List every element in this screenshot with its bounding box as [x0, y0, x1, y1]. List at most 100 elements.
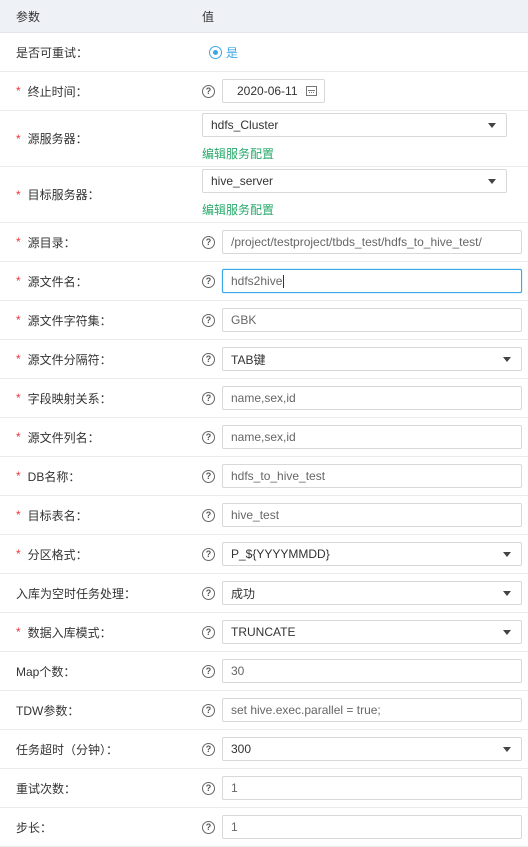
- row-value: ? hive_test: [202, 503, 528, 527]
- step-value: 1: [231, 820, 238, 834]
- chevron-down-icon: [503, 357, 511, 362]
- load-mode-label: 数据入库模式：: [27, 625, 112, 640]
- header-param: 参数: [16, 9, 41, 24]
- row-label: * 字段映射关系：: [0, 390, 202, 407]
- chevron-down-icon: [503, 591, 511, 596]
- retryable-option[interactable]: 是: [226, 44, 238, 61]
- calendar-icon[interactable]: [306, 86, 317, 96]
- retry-count-label: 重试次数：: [16, 781, 77, 796]
- help-icon[interactable]: ?: [202, 625, 215, 639]
- help-icon[interactable]: ?: [202, 547, 215, 561]
- help-icon[interactable]: ?: [202, 820, 215, 834]
- help-icon[interactable]: ?: [202, 781, 215, 795]
- row-label: * 源文件字符集：: [0, 312, 202, 329]
- partition-format-value: P_${YYYYMMDD}: [231, 547, 330, 561]
- help-icon[interactable]: ?: [202, 313, 215, 327]
- task-timeout-select[interactable]: 300: [222, 737, 522, 761]
- row-label: * DB名称：: [0, 468, 202, 485]
- task-timeout-value: 300: [231, 742, 252, 756]
- target-server-select[interactable]: hive_server: [202, 169, 507, 193]
- table-row: 步长：? 1: [0, 808, 528, 847]
- help-icon[interactable]: ?: [202, 703, 215, 717]
- row-value: ? TRUNCATE: [202, 620, 528, 644]
- db-name-input[interactable]: hdfs_to_hive_test: [222, 464, 522, 488]
- field-mapping-value: name,sex,id: [231, 391, 296, 405]
- help-icon[interactable]: ?: [202, 664, 215, 678]
- source-charset-input[interactable]: GBK: [222, 308, 522, 332]
- tdw-params-input[interactable]: set hive.exec.parallel = true;: [222, 698, 522, 722]
- row-label: * 源文件名：: [0, 273, 202, 290]
- row-value: hdfs_Cluster 编辑服务配置: [202, 113, 528, 162]
- end-time-label: 终止时间：: [27, 84, 88, 99]
- help-icon[interactable]: ?: [202, 274, 215, 288]
- table-row: * DB名称：? hdfs_to_hive_test: [0, 457, 528, 496]
- row-value: ? 2020-06-11: [202, 79, 528, 103]
- load-mode-select[interactable]: TRUNCATE: [222, 620, 522, 644]
- source-file-name-input[interactable]: hdfs2hive: [222, 269, 522, 293]
- row-label: * 目标表名：: [0, 507, 202, 524]
- table-row: * 目标服务器： hive_server 编辑服务配置: [0, 167, 528, 223]
- row-value: ? hdfs2hive: [202, 269, 528, 293]
- table-row: * 源目录：? /project/testproject/tbds_test/hdf…: [0, 223, 528, 262]
- row-value: ? 30: [202, 659, 528, 683]
- required-marker: *: [16, 547, 21, 561]
- target-server-value: hive_server: [211, 174, 274, 188]
- table-row: * 源文件分隔符：? TAB键: [0, 340, 528, 379]
- retry-count-input[interactable]: 1: [222, 776, 522, 800]
- chevron-down-icon: [488, 123, 496, 128]
- table-header: 参数 值: [0, 0, 528, 33]
- help-icon[interactable]: ?: [202, 84, 215, 98]
- help-icon[interactable]: ?: [202, 235, 215, 249]
- source-columns-input[interactable]: name,sex,id: [222, 425, 522, 449]
- partition-format-label: 分区格式：: [27, 547, 88, 562]
- target-table-label: 目标表名：: [27, 508, 88, 523]
- chevron-down-icon: [503, 747, 511, 752]
- help-icon[interactable]: ?: [202, 430, 215, 444]
- map-count-input[interactable]: 30: [222, 659, 522, 683]
- required-marker: *: [16, 131, 21, 146]
- help-icon[interactable]: ?: [202, 508, 215, 522]
- row-value: ? GBK: [202, 308, 528, 332]
- source-dir-input[interactable]: /project/testproject/tbds_test/hdfs_to_h…: [222, 230, 522, 254]
- field-mapping-input[interactable]: name,sex,id: [222, 386, 522, 410]
- db-name-label: DB名称：: [27, 469, 81, 484]
- source-server-select[interactable]: hdfs_Cluster: [202, 113, 507, 137]
- required-marker: *: [16, 625, 21, 639]
- table-row: * 源服务器： hdfs_Cluster 编辑服务配置: [0, 111, 528, 167]
- table-row: 是否可重试： 是: [0, 33, 528, 72]
- required-marker: *: [16, 430, 21, 444]
- row-value: ? 成功: [202, 581, 528, 605]
- help-icon[interactable]: ?: [202, 469, 215, 483]
- help-icon[interactable]: ?: [202, 586, 215, 600]
- table-row: * 分区格式：? P_${YYYYMMDD}: [0, 535, 528, 574]
- table-row: * 目标表名：? hive_test: [0, 496, 528, 535]
- row-label: * 源服务器：: [0, 130, 202, 147]
- required-marker: *: [16, 313, 21, 327]
- retryable-label: 是否可重试：: [16, 45, 89, 60]
- retry-count-value: 1: [231, 781, 238, 795]
- end-time-value: 2020-06-11: [237, 84, 298, 98]
- row-value: 是: [202, 44, 528, 61]
- help-icon[interactable]: ?: [202, 352, 215, 366]
- field-mapping-label: 字段映射关系：: [27, 391, 112, 406]
- source-file-name-label: 源文件名：: [27, 274, 88, 289]
- row-value: ? 300: [202, 737, 528, 761]
- step-input[interactable]: 1: [222, 815, 522, 839]
- target-table-input[interactable]: hive_test: [222, 503, 522, 527]
- partition-format-select[interactable]: P_${YYYYMMDD}: [222, 542, 522, 566]
- edit-service-config-link[interactable]: 编辑服务配置: [202, 201, 507, 218]
- radio-selected-icon[interactable]: [209, 45, 222, 59]
- table-row: TDW参数：? set hive.exec.parallel = true;: [0, 691, 528, 730]
- table-row: * 终止时间：? 2020-06-11: [0, 72, 528, 111]
- source-server-value: hdfs_Cluster: [211, 118, 279, 132]
- row-label: 任务超时（分钟）：: [0, 741, 202, 758]
- empty-handling-select[interactable]: 成功: [222, 581, 522, 605]
- table-row: 重试次数：? 1: [0, 769, 528, 808]
- row-label: * 终止时间：: [0, 83, 202, 100]
- help-icon[interactable]: ?: [202, 742, 215, 756]
- help-icon[interactable]: ?: [202, 391, 215, 405]
- source-delimiter-select[interactable]: TAB键: [222, 347, 522, 371]
- row-value: ? TAB键: [202, 347, 528, 371]
- end-time-date-picker[interactable]: 2020-06-11: [222, 79, 325, 103]
- edit-service-config-link[interactable]: 编辑服务配置: [202, 145, 507, 162]
